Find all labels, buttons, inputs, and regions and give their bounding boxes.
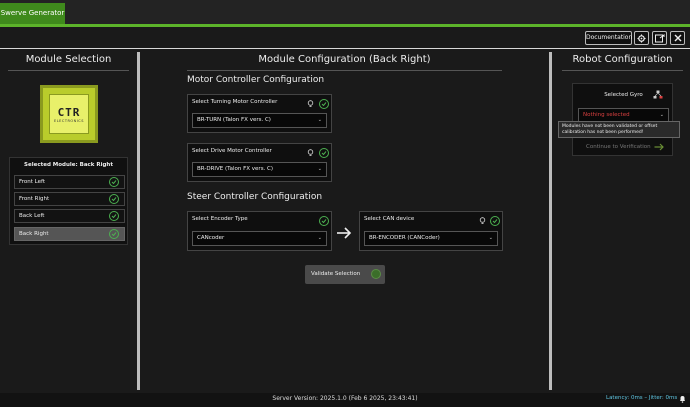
arrow-right-icon [654, 143, 664, 151]
export-icon [654, 33, 664, 42]
check-icon [319, 148, 329, 158]
network-icon [653, 90, 663, 99]
module-list: Selected Module: Back Right Front Left F… [9, 157, 128, 245]
close-button[interactable] [670, 31, 685, 45]
gyro-select[interactable]: Nothing selected ⌄ [578, 108, 669, 122]
title-bar [0, 0, 690, 26]
module-item-front-left[interactable]: Front Left [14, 175, 125, 189]
validate-selection-button[interactable]: Validate Selection [305, 265, 385, 284]
gyro-panel: Selected Gyro Nothing selected ⌄ Continu… [572, 83, 673, 156]
check-icon [490, 216, 500, 226]
check-icon [109, 211, 119, 221]
chevron-down-icon: ⌄ [659, 112, 664, 118]
export-button[interactable] [652, 31, 667, 45]
drive-motor-card: Select Drive Motor Controller BR-DRIVE (… [187, 143, 332, 182]
check-icon [371, 269, 381, 279]
check-icon [109, 194, 119, 204]
can-device-label: Select CAN device [364, 216, 415, 222]
chevron-down-icon: ⌄ [317, 235, 322, 241]
encoder-type-select[interactable]: CANcoder ⌄ [192, 231, 327, 246]
divider [187, 70, 502, 71]
turning-motor-card: Select Turning Motor Controller BR-TURN … [187, 94, 332, 133]
encoder-type-card: Select Encoder Type CANcoder ⌄ [187, 211, 332, 251]
continue-to-verification-button[interactable]: Continue to Verification [578, 140, 669, 154]
encoder-type-label: Select Encoder Type [192, 216, 248, 222]
check-icon [319, 99, 329, 109]
lightbulb-icon[interactable] [307, 100, 314, 108]
left-divider[interactable] [137, 52, 140, 390]
motor-section-title: Motor Controller Configuration [187, 75, 325, 85]
module-item-back-right[interactable]: Back Right [14, 227, 125, 241]
check-icon [109, 229, 119, 239]
module-selection-title: Module Selection [25, 54, 112, 65]
server-version: Server Version: 2025.1.0 (Feb 6 2025, 23… [272, 395, 418, 402]
settings-button[interactable] [634, 31, 649, 45]
turning-motor-label: Select Turning Motor Controller [192, 99, 278, 105]
divider [8, 70, 129, 71]
steer-section-title: Steer Controller Configuration [187, 192, 323, 202]
chevron-down-icon: ⌄ [317, 166, 322, 172]
lightbulb-icon[interactable] [307, 149, 314, 157]
gear-icon [637, 33, 646, 43]
can-device-select[interactable]: BR-ENCODER (CANCoder) ⌄ [364, 231, 498, 246]
module-item-back-left[interactable]: Back Left [14, 209, 125, 223]
close-icon [674, 34, 681, 42]
module-configuration-title: Module Configuration (Back Right) [258, 54, 431, 65]
drive-motor-select[interactable]: BR-DRIVE (Talon FX vers. C) ⌄ [192, 162, 327, 177]
validation-tooltip: Modules have not been validated or offse… [558, 121, 680, 138]
selected-module-label: Selected Module: Back Right [24, 162, 113, 168]
robot-configuration-title: Robot Configuration [572, 54, 673, 65]
can-device-card: Select CAN device BR-ENCODER (CANCoder) … [359, 211, 503, 251]
bell-icon[interactable] [679, 395, 686, 403]
lightbulb-icon[interactable] [479, 217, 486, 225]
chevron-down-icon: ⌄ [317, 117, 322, 123]
latency-readout: Latency: 0ms – Jitter: 0ms [606, 395, 678, 401]
check-icon [319, 216, 329, 226]
check-icon [109, 177, 119, 187]
divider [562, 70, 683, 71]
module-item-front-right[interactable]: Front Right [14, 192, 125, 206]
arrow-right-icon [337, 227, 352, 239]
chevron-down-icon: ⌄ [488, 235, 493, 241]
turning-motor-select[interactable]: BR-TURN (Talon FX vers. C) ⌄ [192, 113, 327, 128]
app-tab[interactable]: Swerve Generator [0, 3, 65, 24]
drive-motor-label: Select Drive Motor Controller [192, 148, 272, 154]
ctr-electronics-logo: CTR ELECTRONICS [40, 85, 98, 143]
status-bar: Server Version: 2025.1.0 (Feb 6 2025, 23… [0, 393, 690, 407]
documentation-button[interactable]: Documentation [585, 31, 632, 45]
right-divider[interactable] [549, 52, 552, 390]
